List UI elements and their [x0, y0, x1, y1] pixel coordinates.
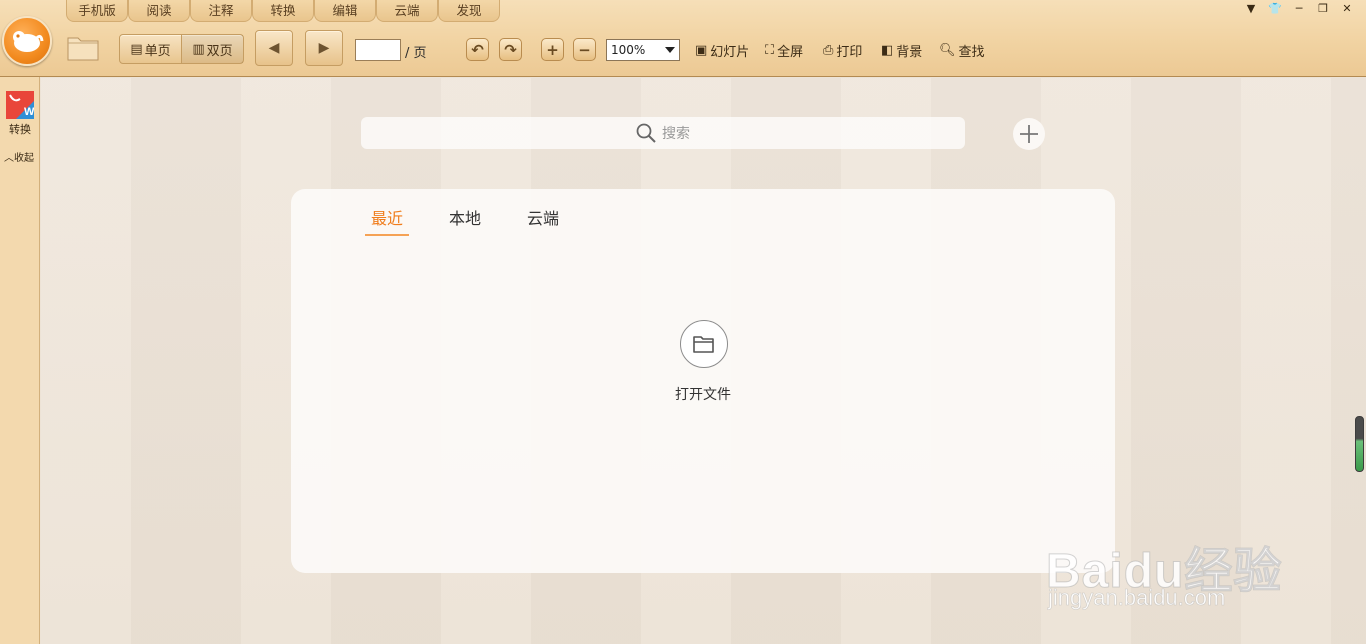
search-icon: 🔍︎: [939, 43, 956, 58]
single-page-button[interactable]: ▤ 单页: [120, 35, 181, 63]
slideshow-button[interactable]: ▣ 幻灯片: [695, 41, 749, 60]
single-page-icon: ▤: [130, 41, 143, 57]
open-file-button[interactable]: [680, 320, 728, 368]
pdf-to-word-icon: W: [6, 91, 34, 119]
add-button[interactable]: [1013, 118, 1045, 150]
scrollbar-thumb[interactable]: [1355, 416, 1364, 472]
triangle-left-icon: ◀: [268, 40, 280, 56]
search-input[interactable]: 搜索: [361, 117, 965, 149]
minimize-icon[interactable]: ─: [1290, 2, 1308, 16]
folder-icon: [67, 37, 98, 61]
background-icon: ◧: [881, 43, 894, 58]
tab-local[interactable]: 本地: [443, 205, 487, 236]
printer-icon: ⎙: [823, 43, 834, 58]
tab-edit[interactable]: 编辑: [314, 0, 376, 22]
menu-tabs: 手机版 阅读 注释 转换 编辑 云端 发现: [66, 0, 500, 22]
single-page-label: 单页: [144, 43, 171, 59]
background-label: 背景: [896, 45, 923, 60]
restore-icon[interactable]: ❐: [1314, 2, 1332, 16]
zoom-select[interactable]: 100%: [606, 39, 680, 61]
folder-open-icon: [693, 336, 714, 353]
convert-label: 转换: [9, 123, 31, 136]
double-page-icon: ▥: [192, 41, 205, 57]
svg-text:W: W: [24, 106, 34, 118]
tab-discover[interactable]: 发现: [438, 0, 500, 22]
collapse-button[interactable]: ︿收起: [4, 149, 34, 164]
tab-recent[interactable]: 最近: [365, 205, 410, 236]
double-page-button[interactable]: ▥ 双页: [181, 35, 243, 63]
fullscreen-button[interactable]: ⛶ 全屏: [765, 41, 803, 60]
plus-icon: +: [546, 40, 559, 59]
redo-arrow-icon: ↷: [504, 40, 517, 59]
page-number-input[interactable]: [355, 39, 401, 61]
file-tabs: 最近 本地 云端: [365, 205, 565, 236]
slideshow-icon: ▣: [695, 43, 708, 58]
page-suffix: / 页: [405, 46, 427, 61]
view-mode-group: ▤ 单页 ▥ 双页: [119, 34, 244, 64]
tab-convert[interactable]: 转换: [252, 0, 314, 22]
window-controls: ▼ 👕 ─ ❐ ✕: [1242, 2, 1356, 16]
tab-cloud-files[interactable]: 云端: [521, 205, 565, 236]
find-label: 查找: [958, 45, 985, 60]
undo-arrow-icon: ↶: [471, 40, 484, 59]
background-button[interactable]: ◧ 背景: [881, 41, 922, 60]
fullscreen-label: 全屏: [777, 45, 804, 60]
tab-cloud[interactable]: 云端: [376, 0, 438, 22]
next-page-button[interactable]: ▶: [305, 30, 343, 66]
slideshow-label: 幻灯片: [710, 45, 750, 60]
menu-dropdown-icon[interactable]: ▼: [1242, 2, 1260, 16]
tab-read[interactable]: 阅读: [128, 0, 190, 22]
prev-page-button[interactable]: ◀: [255, 30, 293, 66]
tab-mobile[interactable]: 手机版: [66, 0, 128, 22]
zoom-out-button[interactable]: −: [573, 38, 596, 61]
open-file-label: 打开文件: [675, 387, 731, 403]
app-logo-icon[interactable]: [2, 16, 52, 66]
pdf-to-word-button[interactable]: W 转换: [4, 91, 36, 137]
search-icon: [636, 123, 656, 143]
zoom-value: 100%: [611, 43, 646, 57]
chevron-down-icon: [665, 47, 675, 53]
undo-button[interactable]: ↶: [466, 38, 489, 61]
skin-shirt-icon[interactable]: 👕: [1266, 2, 1284, 16]
tab-annotate[interactable]: 注释: [190, 0, 252, 22]
plus-icon: [1020, 125, 1038, 143]
collapse-label: 收起: [14, 153, 34, 164]
print-button[interactable]: ⎙ 打印: [823, 41, 862, 60]
left-sidebar: W 转换 ︿收起: [0, 77, 40, 644]
find-button[interactable]: 🔍︎ 查找: [939, 41, 985, 60]
search-placeholder: 搜索: [662, 126, 690, 142]
close-icon[interactable]: ✕: [1338, 2, 1356, 16]
print-label: 打印: [836, 45, 863, 60]
top-toolbar: 手机版 阅读 注释 转换 编辑 云端 发现 ▼ 👕 ─ ❐ ✕ ▤ 单页 ▥ 双…: [0, 0, 1366, 77]
chevron-up-icon: ︿: [4, 153, 14, 164]
triangle-right-icon: ▶: [318, 40, 330, 56]
minus-icon: −: [578, 40, 591, 59]
open-folder-button[interactable]: [66, 32, 99, 62]
redo-button[interactable]: ↷: [499, 38, 522, 61]
zoom-in-button[interactable]: +: [541, 38, 564, 61]
fullscreen-icon: ⛶: [765, 43, 775, 58]
file-panel: 最近 本地 云端 打开文件: [291, 189, 1115, 573]
double-page-label: 双页: [206, 43, 233, 59]
